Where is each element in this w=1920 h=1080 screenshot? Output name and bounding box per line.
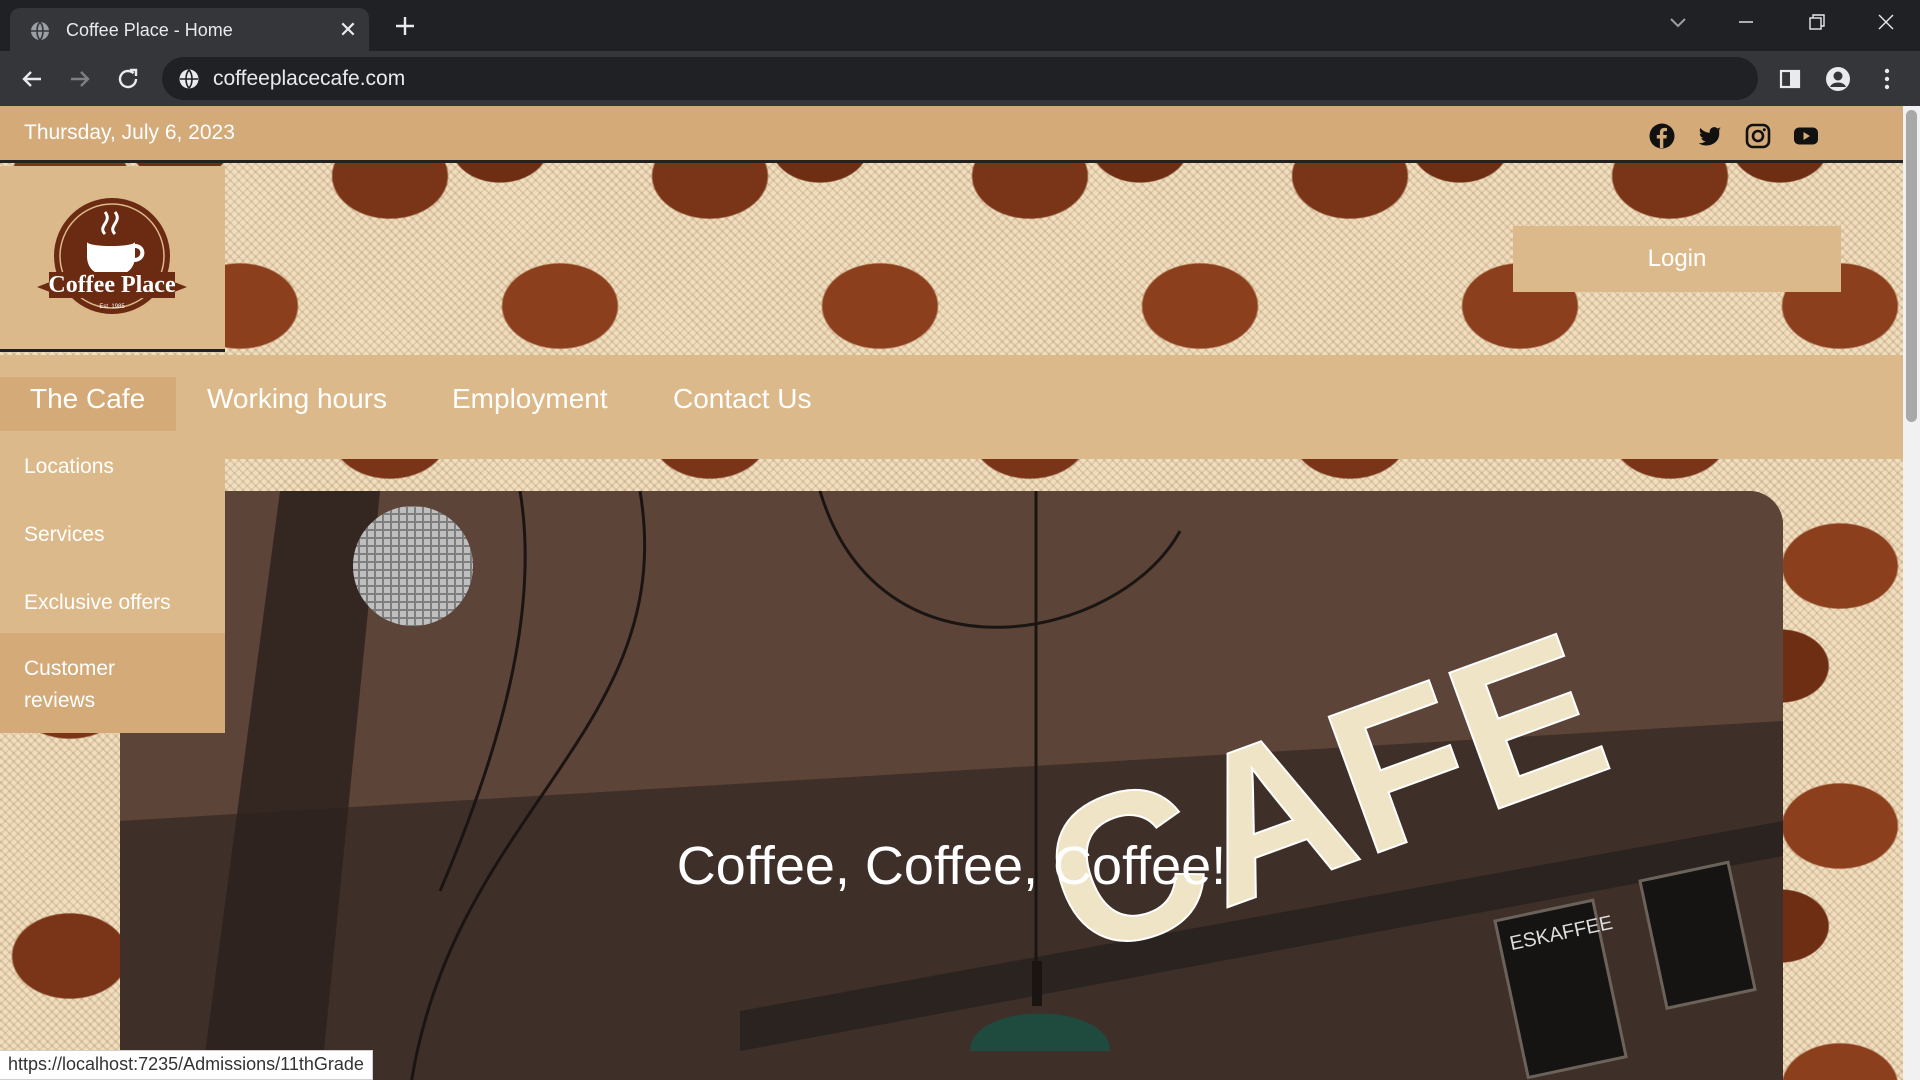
close-tab-icon[interactable]: ✕ bbox=[336, 18, 360, 42]
main-navigation: The Cafe Working hours Employment Contac… bbox=[0, 355, 1903, 459]
hero-banner: CAFE ESKAFFEE Coffee, Coffee, Coffee! bbox=[120, 491, 1783, 1080]
nav-item-working-hours[interactable]: Working hours bbox=[207, 383, 387, 415]
minimize-icon[interactable] bbox=[1724, 8, 1768, 38]
site-info-icon[interactable] bbox=[178, 68, 200, 90]
top-info-bar: Thursday, July 6, 2023 bbox=[0, 106, 1903, 163]
new-tab-icon[interactable] bbox=[390, 11, 420, 41]
logo-subtext: Est. 1985 bbox=[99, 304, 125, 310]
cafe-interior-image: CAFE ESKAFFEE bbox=[120, 491, 1783, 1080]
logo-text: Coffee Place bbox=[48, 272, 176, 298]
profile-icon[interactable] bbox=[1823, 64, 1853, 94]
nav-item-contact-us[interactable]: Contact Us bbox=[673, 383, 812, 415]
hero-title: Coffee, Coffee, Coffee! bbox=[676, 836, 1227, 896]
youtube-icon[interactable] bbox=[1793, 123, 1819, 149]
logo-container[interactable]: Coffee Place Est. 1985 bbox=[0, 166, 225, 352]
url-text[interactable]: coffeeplacecafe.com bbox=[213, 67, 405, 91]
twitter-icon[interactable] bbox=[1697, 123, 1723, 149]
forward-icon[interactable] bbox=[65, 64, 95, 94]
browser-toolbar: coffeeplacecafe.com bbox=[0, 51, 1920, 106]
back-icon[interactable] bbox=[17, 64, 47, 94]
reload-icon[interactable] bbox=[113, 64, 143, 94]
tab-search-icon[interactable] bbox=[1656, 8, 1700, 38]
menu-kebab-icon[interactable] bbox=[1872, 64, 1902, 94]
instagram-icon[interactable] bbox=[1745, 123, 1771, 149]
globe-icon bbox=[31, 21, 49, 41]
side-panel-icon[interactable] bbox=[1775, 64, 1805, 94]
address-bar[interactable]: coffeeplacecafe.com bbox=[162, 57, 1758, 100]
login-button[interactable]: Login bbox=[1513, 226, 1841, 292]
browser-tab-strip: Coffee Place - Home ✕ bbox=[0, 0, 1920, 51]
browser-tab[interactable]: Coffee Place - Home ✕ bbox=[10, 8, 369, 51]
facebook-icon[interactable] bbox=[1649, 123, 1675, 149]
scrollbar-thumb[interactable] bbox=[1906, 110, 1917, 422]
dropdown-item-exclusive-offers[interactable]: Exclusive offers bbox=[0, 587, 225, 619]
dropdown-item-customer-reviews[interactable]: Customer reviews bbox=[0, 653, 170, 717]
dropdown-item-locations[interactable]: Locations bbox=[0, 451, 225, 483]
page-viewport: Thursday, July 6, 2023 Coffee Place Est.… bbox=[0, 106, 1920, 1080]
current-date: Thursday, July 6, 2023 bbox=[24, 121, 235, 144]
nav-item-employment[interactable]: Employment bbox=[452, 383, 608, 415]
nav-item-the-cafe[interactable]: The Cafe bbox=[30, 383, 145, 415]
coffee-place-logo[interactable]: Coffee Place Est. 1985 bbox=[35, 194, 190, 320]
window-close-icon[interactable] bbox=[1864, 8, 1908, 38]
page-scrollbar[interactable] bbox=[1903, 106, 1920, 1080]
restore-icon[interactable] bbox=[1794, 8, 1838, 38]
the-cafe-dropdown-menu: Locations Services Exclusive offers Cust… bbox=[0, 431, 225, 733]
link-status-bar: https://localhost:7235/Admissions/11thGr… bbox=[0, 1050, 373, 1080]
dropdown-item-services[interactable]: Services bbox=[0, 519, 225, 551]
tab-title: Coffee Place - Home bbox=[66, 20, 233, 40]
